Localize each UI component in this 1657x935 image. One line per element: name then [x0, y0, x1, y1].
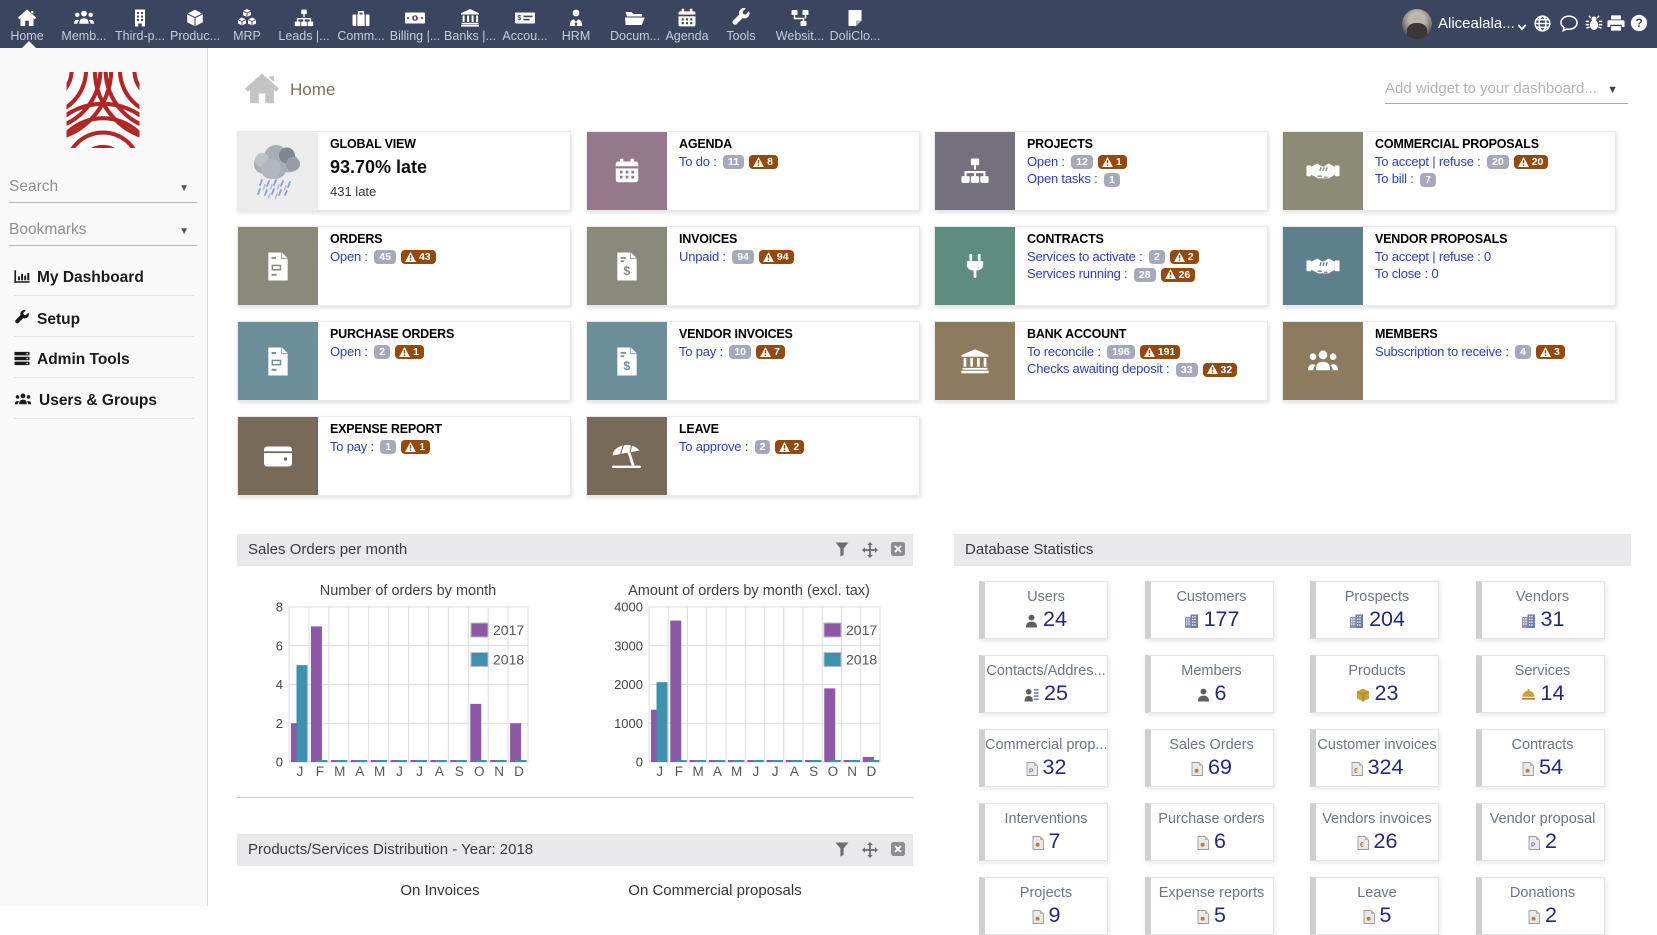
- svg-text:J: J: [772, 764, 779, 779]
- svg-text:J: J: [396, 764, 403, 779]
- svg-text:4: 4: [276, 677, 283, 692]
- svg-text:M: M: [692, 764, 703, 779]
- svg-text:Amount of orders by month (exc: Amount of orders by month (excl. tax): [628, 583, 870, 599]
- svg-text:F: F: [675, 764, 683, 779]
- svg-text:S: S: [809, 764, 818, 779]
- svg-text:€: €: [1360, 842, 1364, 849]
- svg-text:J: J: [416, 764, 423, 779]
- svg-text:D: D: [514, 764, 524, 779]
- svg-text:S: S: [455, 764, 464, 779]
- svg-text:0: 0: [276, 755, 283, 770]
- svg-text:D: D: [867, 764, 877, 779]
- svg-text:2018: 2018: [493, 652, 524, 668]
- svg-text:J: J: [656, 764, 663, 779]
- svg-text:0: 0: [636, 755, 643, 770]
- svg-text:M: M: [374, 764, 385, 779]
- svg-text:A: A: [713, 764, 722, 779]
- svg-text:A: A: [355, 764, 364, 779]
- svg-text:A: A: [790, 764, 799, 779]
- svg-text:2: 2: [276, 716, 283, 731]
- svg-text:Number of orders by month: Number of orders by month: [320, 583, 497, 599]
- svg-text:6: 6: [276, 638, 283, 653]
- svg-text:3000: 3000: [614, 638, 643, 653]
- svg-text:2017: 2017: [493, 622, 524, 638]
- svg-text:1000: 1000: [614, 716, 643, 731]
- svg-text:$: $: [517, 15, 521, 22]
- svg-text:2017: 2017: [846, 622, 877, 638]
- svg-text:N: N: [494, 764, 504, 779]
- svg-text:J: J: [753, 764, 760, 779]
- svg-text:2000: 2000: [614, 677, 643, 692]
- svg-text:N: N: [847, 764, 857, 779]
- svg-text:J: J: [297, 764, 304, 779]
- svg-text:P: P: [1029, 768, 1034, 775]
- svg-text:M: M: [334, 764, 345, 779]
- svg-text:O: O: [474, 764, 485, 779]
- svg-text:$: $: [623, 264, 630, 278]
- svg-text:A: A: [435, 764, 444, 779]
- svg-text:8: 8: [276, 600, 283, 615]
- svg-text:P: P: [1531, 842, 1536, 849]
- svg-text:?: ?: [1636, 17, 1643, 30]
- svg-text:2018: 2018: [846, 652, 877, 668]
- svg-text:M: M: [731, 764, 742, 779]
- svg-text:4000: 4000: [614, 600, 643, 615]
- svg-text:$: $: [623, 359, 630, 373]
- svg-text:O: O: [828, 764, 839, 779]
- svg-text:€: €: [1354, 768, 1358, 775]
- svg-text:F: F: [316, 764, 324, 779]
